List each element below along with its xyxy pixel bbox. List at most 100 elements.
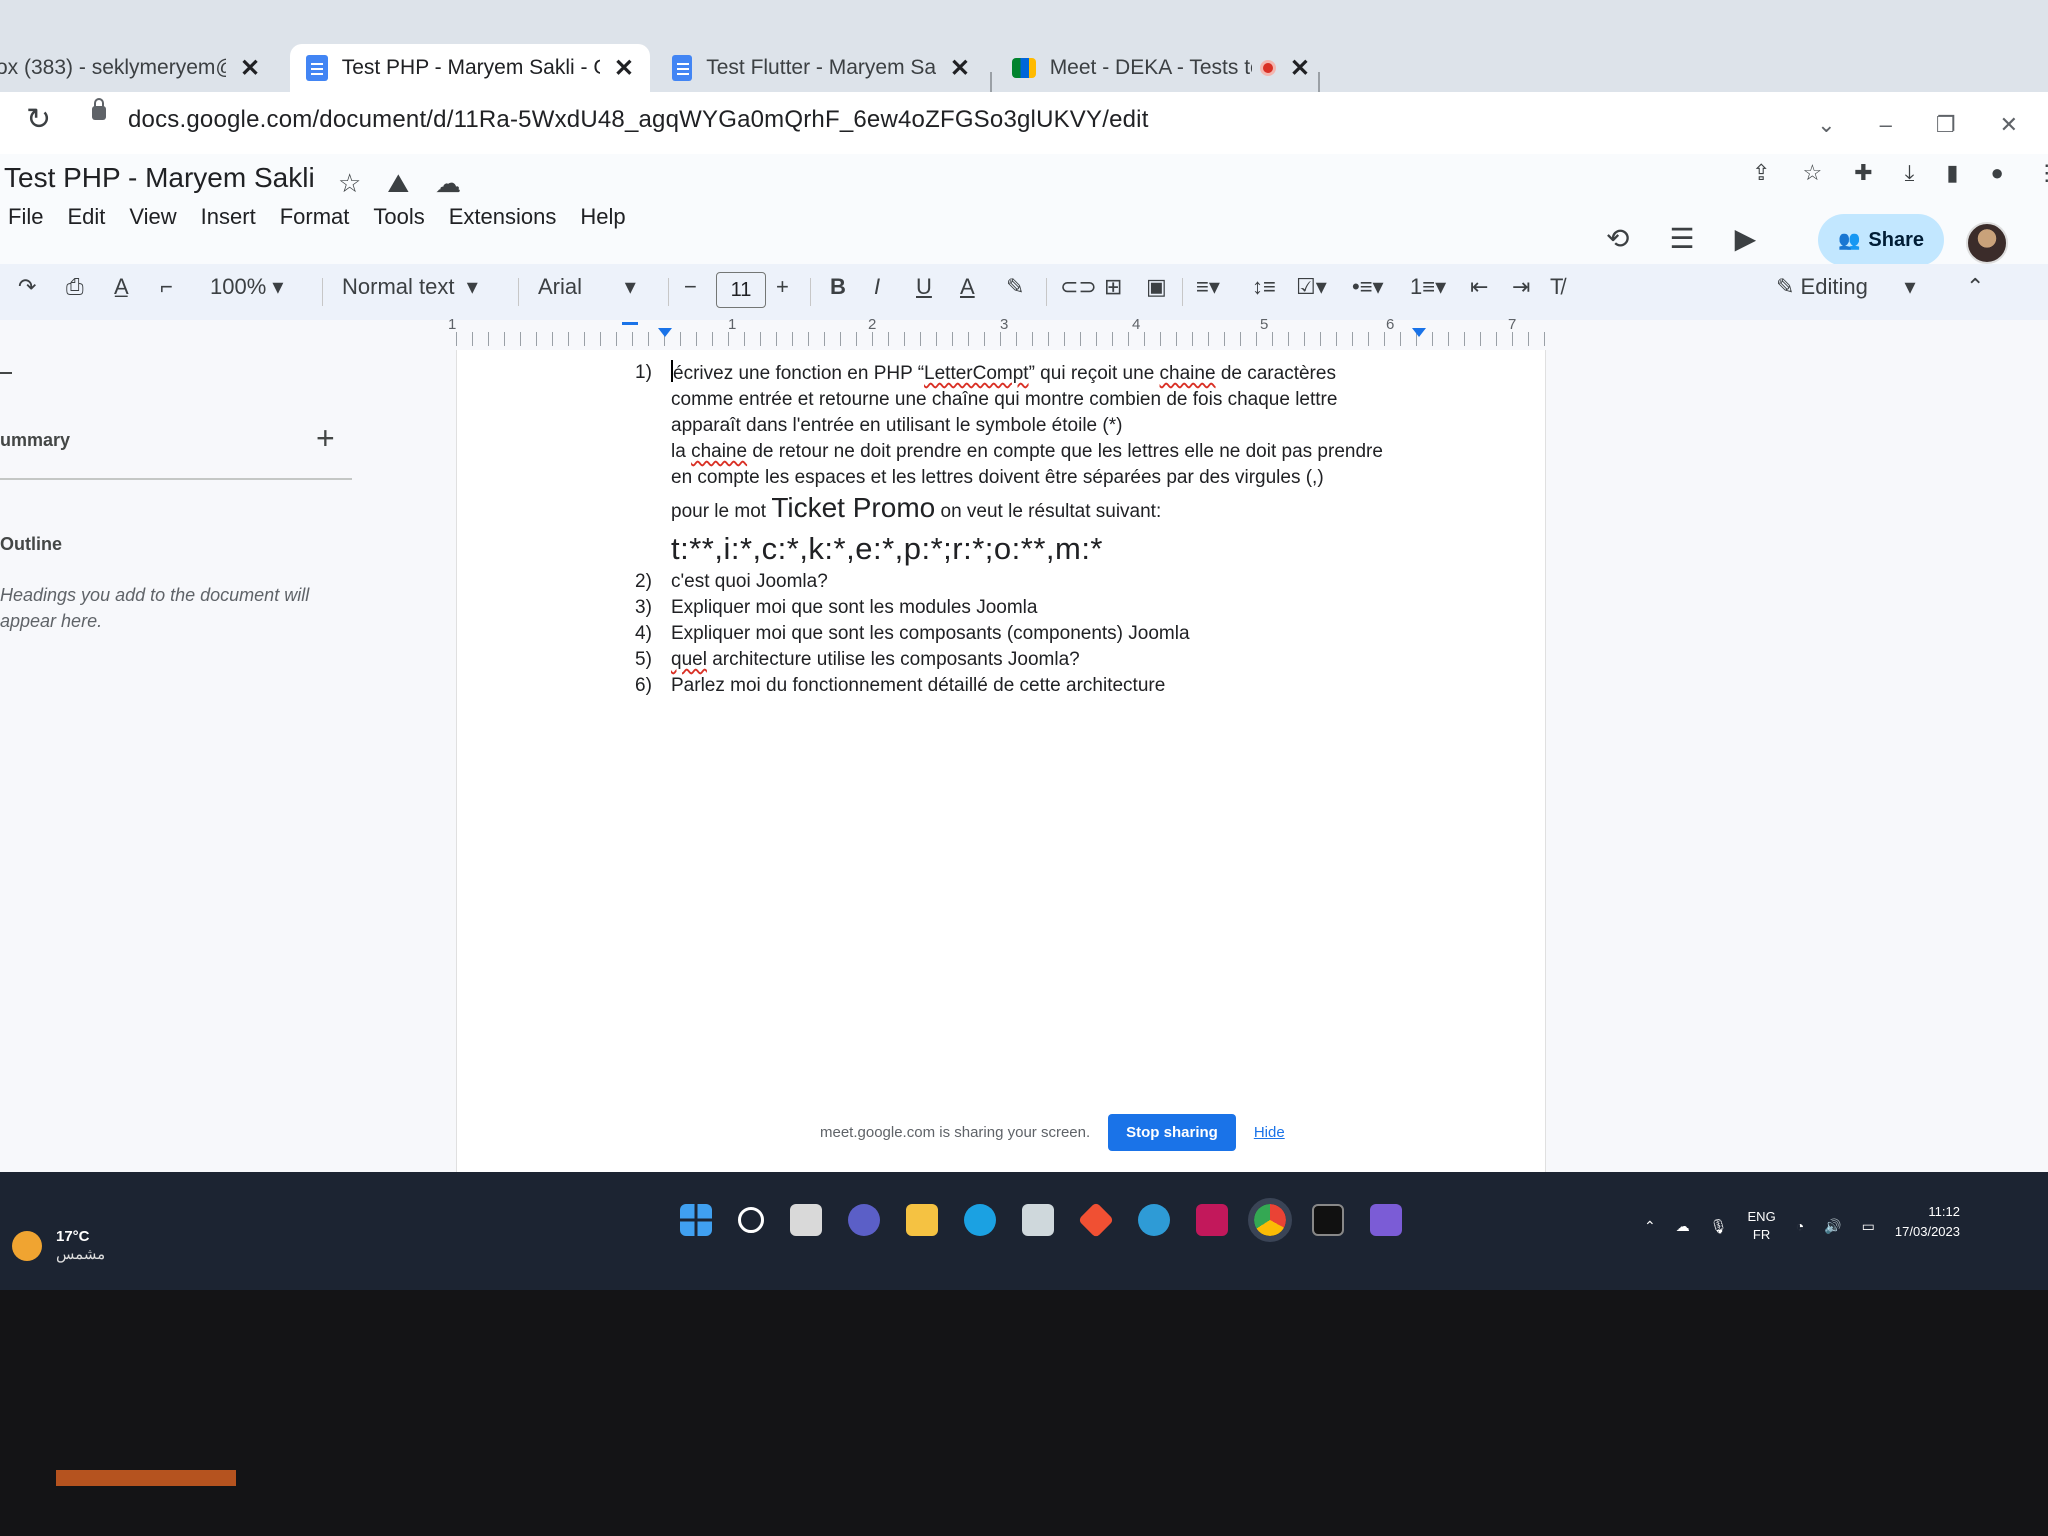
- redo-icon[interactable]: ↷: [18, 274, 36, 300]
- windows-start-icon[interactable]: [680, 1204, 712, 1236]
- misspelled-word[interactable]: quel: [671, 649, 707, 670]
- app-icon[interactable]: [1138, 1204, 1170, 1236]
- underline-icon[interactable]: U: [916, 274, 932, 300]
- close-icon[interactable]: ✕: [1290, 54, 1310, 83]
- menu-file[interactable]: File: [8, 204, 43, 230]
- close-icon[interactable]: ✕: [240, 54, 260, 83]
- decrease-font-size-icon[interactable]: −: [684, 274, 697, 300]
- tab-test-php[interactable]: Test PHP - Maryem Sakli - Googl ✕: [290, 44, 650, 92]
- decrease-indent-icon[interactable]: ⇤: [1470, 274, 1488, 300]
- editing-mode-select[interactable]: ✎ Editing ▾: [1776, 274, 1916, 300]
- kebab-menu-icon[interactable]: ⋮: [2036, 160, 2048, 186]
- git-icon[interactable]: [1077, 1201, 1115, 1239]
- right-indent-marker[interactable]: [1412, 328, 1426, 337]
- mcafee-icon[interactable]: [1196, 1204, 1228, 1236]
- version-history-icon[interactable]: ⟲: [1606, 222, 1629, 255]
- bulleted-list-icon[interactable]: •≡▾: [1352, 274, 1384, 300]
- bold-icon[interactable]: B: [830, 274, 846, 300]
- panel-collapse-icon[interactable]: [0, 372, 12, 374]
- chevron-up-icon[interactable]: ⌃: [1644, 1218, 1656, 1235]
- spellcheck-icon[interactable]: A̲: [114, 274, 129, 300]
- align-icon[interactable]: ≡▾: [1196, 274, 1220, 300]
- close-window-icon[interactable]: ✕: [2000, 112, 2018, 138]
- menu-tools[interactable]: Tools: [373, 204, 424, 230]
- highlight-icon[interactable]: ✎: [1006, 274, 1024, 300]
- font-select[interactable]: Arial ▾: [538, 274, 636, 300]
- clock[interactable]: 11:12 17/03/2023: [1890, 1202, 1960, 1242]
- reload-icon[interactable]: ↻: [26, 102, 51, 137]
- tab-gmail[interactable]: ox (383) - seklymeryem@gma ✕: [0, 44, 280, 92]
- share-page-icon[interactable]: ⇪: [1752, 160, 1770, 186]
- misspelled-word[interactable]: chaine: [691, 441, 747, 462]
- menu-format[interactable]: Format: [280, 204, 350, 230]
- checklist-icon[interactable]: ☑▾: [1296, 274, 1327, 300]
- tab-test-flutter[interactable]: Test Flutter - Maryem Sakli - Goo ✕: [656, 44, 986, 92]
- list-item[interactable]: 6) Parlez moi du fonctionnement détaillé…: [635, 673, 1415, 699]
- volume-icon[interactable]: 🔊: [1824, 1218, 1841, 1235]
- star-icon[interactable]: ☆: [338, 168, 361, 200]
- edge-icon[interactable]: [964, 1204, 996, 1236]
- document-title[interactable]: Test PHP - Maryem Sakli: [4, 162, 315, 194]
- menu-view[interactable]: View: [129, 204, 176, 230]
- file-explorer-icon[interactable]: [906, 1204, 938, 1236]
- battery-icon[interactable]: ▭: [1862, 1218, 1875, 1235]
- ruler[interactable]: 1 1 2 3 4 5 6 7: [448, 316, 1546, 346]
- share-button[interactable]: 👥 Share: [1818, 214, 1944, 266]
- move-to-drive-icon[interactable]: ⛰: [387, 168, 409, 200]
- chevron-up-icon[interactable]: ⌃: [1966, 274, 1984, 300]
- onedrive-icon[interactable]: ☁: [1676, 1218, 1690, 1235]
- add-comment-icon[interactable]: ⊞: [1104, 274, 1122, 300]
- wifi-icon[interactable]: ◔: [1796, 1218, 1804, 1234]
- list-item[interactable]: 4) Expliquer moi que sont les composants…: [635, 621, 1415, 647]
- link-icon[interactable]: ⊂⊃: [1060, 274, 1097, 300]
- print-icon[interactable]: ⎙: [66, 274, 84, 300]
- avatar[interactable]: [1966, 222, 2008, 264]
- hide-link[interactable]: Hide: [1254, 1124, 1285, 1141]
- profile-icon[interactable]: ●: [1990, 160, 2003, 186]
- left-indent-marker[interactable]: [658, 328, 672, 337]
- font-size-input[interactable]: 11: [716, 272, 766, 308]
- menu-edit[interactable]: Edit: [67, 204, 105, 230]
- list-item[interactable]: 1) écrivez une fonction en PHP “LetterCo…: [635, 360, 1415, 569]
- comments-icon[interactable]: ☰: [1669, 222, 1694, 255]
- url-field[interactable]: docs.google.com/document/d/11Ra-5WxdU48_…: [128, 106, 1149, 134]
- menu-help[interactable]: Help: [580, 204, 625, 230]
- add-summary-button[interactable]: +: [316, 420, 335, 457]
- italic-icon[interactable]: I: [874, 274, 880, 300]
- list-item[interactable]: 5) quel architecture utilise les composa…: [635, 647, 1415, 673]
- text-color-icon[interactable]: A: [960, 274, 975, 300]
- tab-meet[interactable]: Meet - DEKA - Tests techniq ✕: [996, 44, 1326, 92]
- chevron-down-icon[interactable]: ⌄: [1817, 112, 1835, 138]
- paint-format-icon[interactable]: ⌐: [160, 274, 173, 300]
- stop-sharing-button[interactable]: Stop sharing: [1108, 1114, 1236, 1151]
- numbered-list-icon[interactable]: 1≡▾: [1410, 274, 1446, 300]
- chat-icon[interactable]: [848, 1204, 880, 1236]
- insert-image-icon[interactable]: ▣: [1146, 274, 1167, 300]
- first-line-indent-marker[interactable]: [622, 322, 638, 325]
- meet-call-icon[interactable]: ▶: [1735, 222, 1757, 255]
- misspelled-word[interactable]: LetterCompt: [924, 363, 1029, 384]
- close-icon[interactable]: ✕: [614, 54, 634, 83]
- list-item[interactable]: 3) Expliquer moi que sont les modules Jo…: [635, 595, 1415, 621]
- weather-widget[interactable]: 17°C مشمس: [12, 1228, 105, 1263]
- side-panel-icon[interactable]: ▮: [1946, 160, 1958, 186]
- microphone-icon[interactable]: 🎙: [1710, 1218, 1728, 1235]
- lock-icon[interactable]: [92, 98, 106, 120]
- extensions-icon[interactable]: ✚: [1854, 160, 1872, 186]
- menu-insert[interactable]: Insert: [201, 204, 256, 230]
- minimize-icon[interactable]: –: [1880, 112, 1892, 138]
- misspelled-word[interactable]: chaine: [1160, 363, 1216, 384]
- search-icon[interactable]: [738, 1207, 764, 1233]
- menu-extensions[interactable]: Extensions: [449, 204, 557, 230]
- list-item[interactable]: 2) c'est quoi Joomla?: [635, 569, 1415, 595]
- clear-formatting-icon[interactable]: T̸: [1550, 274, 1563, 300]
- bookmark-star-icon[interactable]: ☆: [1802, 160, 1822, 186]
- chrome-icon[interactable]: [1248, 1198, 1292, 1242]
- visual-studio-icon[interactable]: [1370, 1204, 1402, 1236]
- document-body[interactable]: 1) écrivez une fonction en PHP “LetterCo…: [635, 360, 1415, 699]
- close-icon[interactable]: ✕: [950, 54, 970, 83]
- paragraph-style-select[interactable]: Normal text ▾: [342, 274, 478, 300]
- increase-font-size-icon[interactable]: +: [776, 274, 789, 300]
- download-icon[interactable]: ⤓: [1905, 160, 1915, 186]
- line-spacing-icon[interactable]: ↕≡: [1252, 274, 1276, 300]
